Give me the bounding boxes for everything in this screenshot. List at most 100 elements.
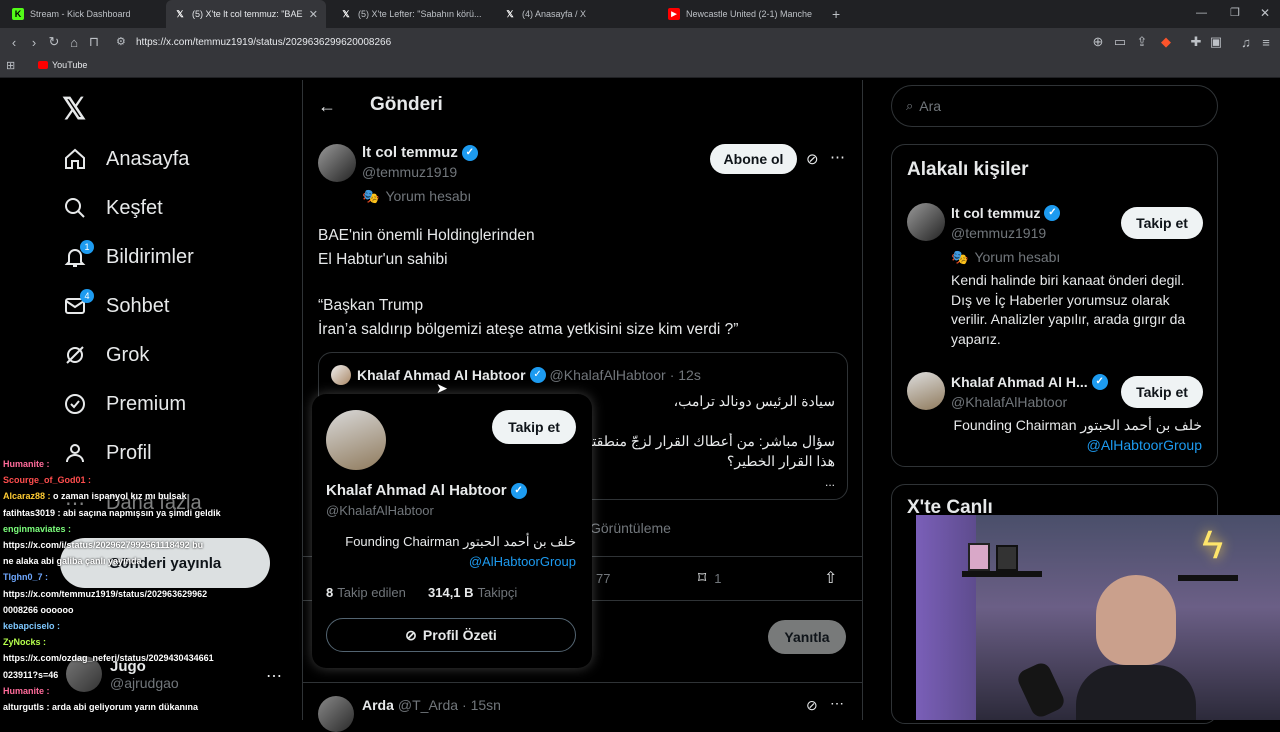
search-input[interactable]: ⌕ Ara xyxy=(891,85,1218,127)
more-icon[interactable]: ⋯ xyxy=(830,695,844,712)
back-icon[interactable]: ‹ xyxy=(6,34,22,50)
tab-lefter[interactable]: 𝕏 (5) X'te Lefter: "Sabahın körü... Ve b… xyxy=(332,0,492,28)
tab-kick[interactable]: K Stream - Kick Dashboard xyxy=(4,0,164,28)
youtube-icon xyxy=(38,61,48,69)
person-name[interactable]: Khalaf Ahmad Al H... xyxy=(951,374,1088,390)
hovercard-name[interactable]: Khalaf Ahmad Al Habtoor xyxy=(326,482,507,499)
youtube-icon: ▶ xyxy=(668,8,680,20)
follow-button[interactable]: Takip et xyxy=(1121,207,1203,239)
share-icon[interactable]: ⇪ xyxy=(1134,34,1150,50)
more-icon[interactable]: ⋯ xyxy=(830,148,845,166)
chat-message: enginmaviates : xyxy=(3,524,71,534)
maximize-icon[interactable]: ❐ xyxy=(1230,6,1240,19)
share-icon[interactable]: ⇧ xyxy=(824,568,837,588)
quote-line: هذا القرار الخطير؟ xyxy=(726,453,835,469)
chat-badge: 4 xyxy=(80,289,94,303)
search-placeholder: Ara xyxy=(919,98,942,114)
profile-summary-button[interactable]: ⊘ Profil Özeti xyxy=(326,618,576,652)
reload-icon[interactable]: ↻ xyxy=(46,34,62,50)
tab-post[interactable]: 𝕏 (5) X'te lt col temmuz: "BAE'nin ö ✕ xyxy=(166,0,326,28)
reply-avatar[interactable] xyxy=(318,696,354,732)
shelf xyxy=(1178,575,1238,581)
bookmark-page-icon[interactable]: ⊓ xyxy=(86,34,102,50)
tab-youtube[interactable]: ▶ Newcastle United (2-1) Manchester U xyxy=(660,0,820,28)
chat-text: https://x.com/i/status/20296279925611184… xyxy=(3,540,204,550)
hovercard-handle: @KhalafAlHabtoor xyxy=(326,503,434,518)
bookmark-action[interactable]: ⌑ 1 xyxy=(698,568,721,588)
person-name[interactable]: lt col temmuz xyxy=(951,205,1040,221)
bell-icon: 1 xyxy=(62,240,94,270)
grok-icon[interactable]: ⊘ xyxy=(806,697,818,714)
cast-icon[interactable]: ▭ xyxy=(1112,34,1128,50)
follow-button[interactable]: Takip et xyxy=(492,410,576,444)
home-browser-icon[interactable]: ⌂ xyxy=(66,34,82,50)
quote-avatar xyxy=(331,365,351,385)
post-line: “Başkan Trump xyxy=(318,297,424,314)
person-handle: @KhalafAlHabtoor xyxy=(951,394,1068,410)
chat-message: Scourge_of_God01 : xyxy=(3,475,91,485)
label-text: Yorum hesabı xyxy=(385,188,472,204)
address-bar[interactable]: ⚙ https://x.com/temmuz1919/status/202963… xyxy=(110,31,1100,53)
retweet-count[interactable]: 77 xyxy=(596,571,610,586)
post-avatar[interactable] xyxy=(318,144,356,182)
person-avatar[interactable] xyxy=(907,372,945,410)
nav-item-home[interactable]: Anasayfa xyxy=(62,146,189,172)
media-icon[interactable]: ♫ xyxy=(1238,34,1254,50)
nav-item-notifications[interactable]: 1 Bildirimler xyxy=(62,240,194,270)
search-icon: ⌕ xyxy=(906,98,914,113)
forward-icon[interactable]: › xyxy=(26,34,42,50)
hovercard-bio-link[interactable]: @AlHabtoorGroup xyxy=(469,554,576,569)
person-handle: @temmuz1919 xyxy=(951,225,1047,241)
followers-label: Takipçi xyxy=(477,585,518,600)
chat-message: ZyNocks : xyxy=(3,637,46,647)
tab-label: (5) X'te lt col temmuz: "BAE'nin ö xyxy=(192,9,303,19)
tab-home[interactable]: 𝕏 (4) Anasayfa / X xyxy=(496,0,656,28)
person-bio: Kendi halinde biri kanaat önderi degil. … xyxy=(951,271,1185,349)
person-bio-link[interactable]: @AlHabtoorGroup xyxy=(1087,437,1202,453)
grok-icon[interactable]: ⊘ xyxy=(806,150,819,168)
grok-icon: ⊘ xyxy=(405,626,417,643)
apps-icon[interactable]: ⊞ xyxy=(6,59,15,72)
site-settings-icon[interactable]: ⚙ xyxy=(116,35,126,48)
zoom-icon[interactable]: ⊕ xyxy=(1090,34,1106,50)
related-title: Alakalı kişiler xyxy=(907,159,1029,180)
followers-stat[interactable]: 314,1 B Takipçi xyxy=(428,585,517,600)
following-stat[interactable]: 8 Takip edilen xyxy=(326,585,406,600)
verified-icon: ✓ xyxy=(1091,374,1108,390)
verified-icon: ✓ xyxy=(1044,205,1061,221)
reply-name: Arda xyxy=(362,697,394,713)
tab-label: (4) Anasayfa / X xyxy=(522,9,587,19)
chat-username: alturgutls : xyxy=(3,702,52,712)
subscribe-button[interactable]: Abone ol xyxy=(710,144,797,174)
brave-shield-icon[interactable]: ◆ xyxy=(1158,34,1174,50)
nav-item-explore[interactable]: Keşfet xyxy=(62,195,163,221)
x-icon: 𝕏 xyxy=(506,8,514,19)
nav-item-grok[interactable]: Grok xyxy=(62,342,149,368)
nav-item-premium[interactable]: Premium xyxy=(62,391,186,417)
post-author[interactable]: lt col temmuz ✓ xyxy=(362,144,478,161)
chat-username: fatihtas3019 : xyxy=(3,507,64,518)
post-line: BAE'nin önemli Holdinglerinden xyxy=(318,227,535,244)
reply-button[interactable]: Yanıtla xyxy=(768,620,846,654)
window-close-icon[interactable]: ✕ xyxy=(1260,6,1270,20)
streamer-face xyxy=(1096,575,1176,665)
chat-message: kebapciselo : xyxy=(3,621,60,631)
back-arrow-icon[interactable]: ← xyxy=(318,96,336,117)
extensions-icon[interactable]: ✚ xyxy=(1188,34,1204,50)
x-logo-icon[interactable]: 𝕏 xyxy=(62,92,86,127)
person-avatar[interactable] xyxy=(907,203,945,241)
quote-time: · 12s xyxy=(669,367,701,383)
chat-username: Tlghn0_7 : xyxy=(3,572,49,583)
follow-button[interactable]: Takip et xyxy=(1121,376,1203,408)
menu-icon[interactable]: ≡ xyxy=(1258,34,1274,50)
chat-message: alturgutls : arda abi geliyorum yarın dü… xyxy=(3,702,198,712)
new-tab-button[interactable]: + xyxy=(824,0,848,28)
sidebar-icon[interactable]: ▣ xyxy=(1208,34,1224,50)
nav-item-chat[interactable]: 4 Sohbet xyxy=(62,289,169,319)
close-icon[interactable]: ✕ xyxy=(309,8,318,21)
account-label: 🎭 Yorum hesabı xyxy=(951,249,1060,266)
bookmark-youtube[interactable]: YouTube xyxy=(38,60,87,70)
minimize-icon[interactable]: — xyxy=(1196,7,1207,19)
hovercard-avatar[interactable] xyxy=(326,410,386,470)
reply-time: · 15sn xyxy=(462,697,501,713)
